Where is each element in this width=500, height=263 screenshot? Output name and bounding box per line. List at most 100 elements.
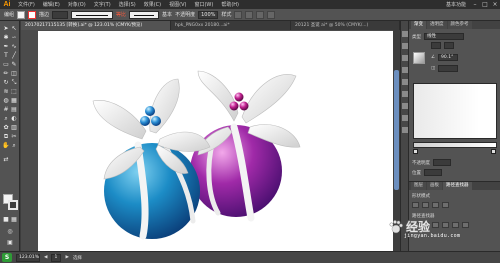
merge-button[interactable] (432, 222, 439, 228)
slice-tool-icon[interactable]: ✂ (10, 133, 18, 140)
gradient-type-select[interactable]: 线性 (424, 33, 464, 40)
stroke-weight-field[interactable] (52, 10, 69, 19)
width-tool-icon[interactable]: ≋ (2, 88, 10, 95)
paintbrush-tool-icon[interactable]: ✎ (10, 61, 18, 68)
maximize-button[interactable]: □ (480, 0, 490, 9)
ornament-artwork[interactable] (38, 31, 393, 251)
document-tab-2[interactable]: hpk_PNG0xx 20180...ai* (171, 21, 291, 30)
isolate-icon[interactable] (267, 10, 276, 19)
fill-color-swatch[interactable] (17, 10, 26, 19)
gradient-opacity-field[interactable] (433, 159, 451, 166)
mesh-tool-icon[interactable]: # (2, 106, 10, 113)
tab-color-guide[interactable]: 颜色参考 (447, 21, 472, 29)
shape-modes-row: 形状模式 (412, 193, 430, 199)
document-tab-active[interactable]: 20170217115135 [转换].ai* @ 123.01% (CMYK/… (21, 21, 171, 30)
gradient-slider[interactable] (413, 142, 497, 148)
document-tab-3[interactable]: 20121 圣诞 ai* @ 50% (CMYK/...) (291, 21, 400, 30)
tab-gradient[interactable]: 渐变 (411, 21, 426, 29)
tab-layers[interactable]: 图层 (411, 182, 426, 190)
eraser-tool-icon[interactable]: ◫ (10, 70, 18, 77)
rectangle-tool-icon[interactable]: ▭ (2, 61, 10, 68)
hand-tool-icon[interactable]: ✋ (2, 142, 10, 149)
curvature-tool-icon[interactable]: ∿ (10, 43, 18, 50)
artboard-next-icon[interactable]: ▶ (65, 255, 68, 260)
exclude-button[interactable] (442, 202, 449, 208)
transform-icon[interactable] (256, 10, 265, 19)
menu-object[interactable]: 对象(O) (64, 1, 90, 8)
minimize-button[interactable]: – (470, 0, 480, 9)
stroke-swatch[interactable] (8, 200, 18, 210)
artboard-nav-icon[interactable]: ◀ (44, 255, 47, 260)
crop-button[interactable] (442, 222, 449, 228)
menu-edit[interactable]: 编辑(E) (39, 1, 64, 8)
artboard-number-field[interactable]: 1 (51, 253, 62, 262)
perspective-grid-tool-icon[interactable]: ▦ (10, 97, 18, 104)
menu-file[interactable]: 文件(F) (14, 1, 39, 8)
lasso-tool-icon[interactable]: ∽ (10, 34, 18, 41)
blend-tool-icon[interactable]: ◐ (10, 115, 18, 122)
intersect-button[interactable] (432, 202, 439, 208)
close-button[interactable]: × (490, 0, 500, 9)
menu-effect[interactable]: 效果(C) (140, 1, 165, 8)
artboard[interactable] (38, 31, 393, 251)
stroke-gradient-toggle-2[interactable] (444, 42, 454, 49)
rotate-tool-icon[interactable]: ↻ (2, 79, 10, 86)
magic-wand-tool-icon[interactable]: ✱ (2, 34, 10, 41)
pencil-tool-icon[interactable]: ✏ (2, 70, 10, 77)
eyedropper-tool-icon[interactable]: ⌕ (2, 115, 10, 122)
tab-pathfinder[interactable]: 路径查找器 (443, 182, 472, 190)
gradient-tool-icon[interactable]: ▤ (10, 106, 18, 113)
gradient-stop-right[interactable] (491, 149, 496, 154)
scale-tool-icon[interactable]: ⤡ (10, 79, 18, 86)
menu-view[interactable]: 视图(V) (165, 1, 190, 8)
uniform-label: 等比 (116, 12, 127, 18)
status-bar: S 123.01% ◀ 1 ▶ 选择 (0, 251, 500, 263)
artboard-tool-icon[interactable]: ⧉ (2, 133, 10, 140)
stroke-label: 描边 (39, 12, 50, 18)
stroke-profile-dropdown[interactable] (71, 10, 114, 19)
gradient-angle-field[interactable]: 90.1° (438, 54, 459, 61)
menu-help[interactable]: 帮助(H) (217, 1, 243, 8)
selection-tool-icon[interactable]: ➤ (2, 25, 10, 32)
scrollbar-thumb[interactable] (394, 70, 399, 190)
draw-mode-icon[interactable]: ◎ (6, 228, 14, 235)
outline-button[interactable] (452, 222, 459, 228)
gradient-mode-icon[interactable]: ▦ (10, 216, 18, 223)
menu-window[interactable]: 窗口(W) (190, 1, 217, 8)
menu-select[interactable]: 选择(S) (115, 1, 140, 8)
type-tool-icon[interactable]: T (2, 52, 10, 59)
shape-builder-tool-icon[interactable]: ◍ (2, 97, 10, 104)
pen-tool-icon[interactable]: ✒ (2, 43, 10, 50)
unite-button[interactable] (412, 202, 419, 208)
screen-mode-icon[interactable]: ▣ (6, 239, 14, 246)
stroke-gradient-toggle[interactable] (431, 42, 441, 49)
opacity-field[interactable]: 100% (198, 10, 219, 19)
gradient-location-field[interactable] (424, 169, 442, 176)
document-tab-bar: 20170217115135 [转换].ai* @ 123.01% (CMYK/… (21, 21, 400, 30)
color-mode-icon[interactable]: ■ (2, 216, 10, 223)
swap-colors-icon[interactable]: ⇄ (2, 156, 10, 163)
gradient-panel: 渐变 透明度 颜色参考 类型 线性 ∠ 90.1° ◫ 不透明度 位置 图层 画… (408, 21, 500, 251)
gradient-type-row: 类型 线性 (412, 33, 464, 40)
free-transform-tool-icon[interactable]: ⬚ (10, 88, 18, 95)
minus-front-button[interactable] (422, 202, 429, 208)
line-tool-icon[interactable]: ╱ (10, 52, 18, 59)
canvas-area[interactable] (21, 30, 393, 251)
style-swatch-icon[interactable] (234, 10, 243, 19)
gradient-stop-left[interactable] (413, 149, 418, 154)
tab-transparency[interactable]: 透明度 (427, 21, 447, 29)
direct-selection-tool-icon[interactable]: ↖ (10, 25, 18, 32)
stroke-color-swatch[interactable] (28, 10, 37, 19)
zoom-tool-icon[interactable]: ⌕ (10, 142, 18, 149)
brush-dropdown[interactable] (129, 10, 160, 19)
graph-tool-icon[interactable]: ▥ (10, 124, 18, 131)
minus-back-button[interactable] (462, 222, 469, 228)
zoom-field[interactable]: 123.01% (16, 253, 40, 262)
menu-type[interactable]: 文字(T) (90, 1, 115, 8)
workspace-switcher[interactable]: 基本功能 (442, 1, 470, 8)
align-icon[interactable] (245, 10, 254, 19)
symbol-sprayer-tool-icon[interactable]: ✿ (2, 124, 10, 131)
gradient-aspect-field[interactable] (438, 65, 459, 72)
gradient-swatch[interactable] (413, 52, 425, 64)
tab-artboards[interactable]: 画板 (427, 182, 442, 190)
